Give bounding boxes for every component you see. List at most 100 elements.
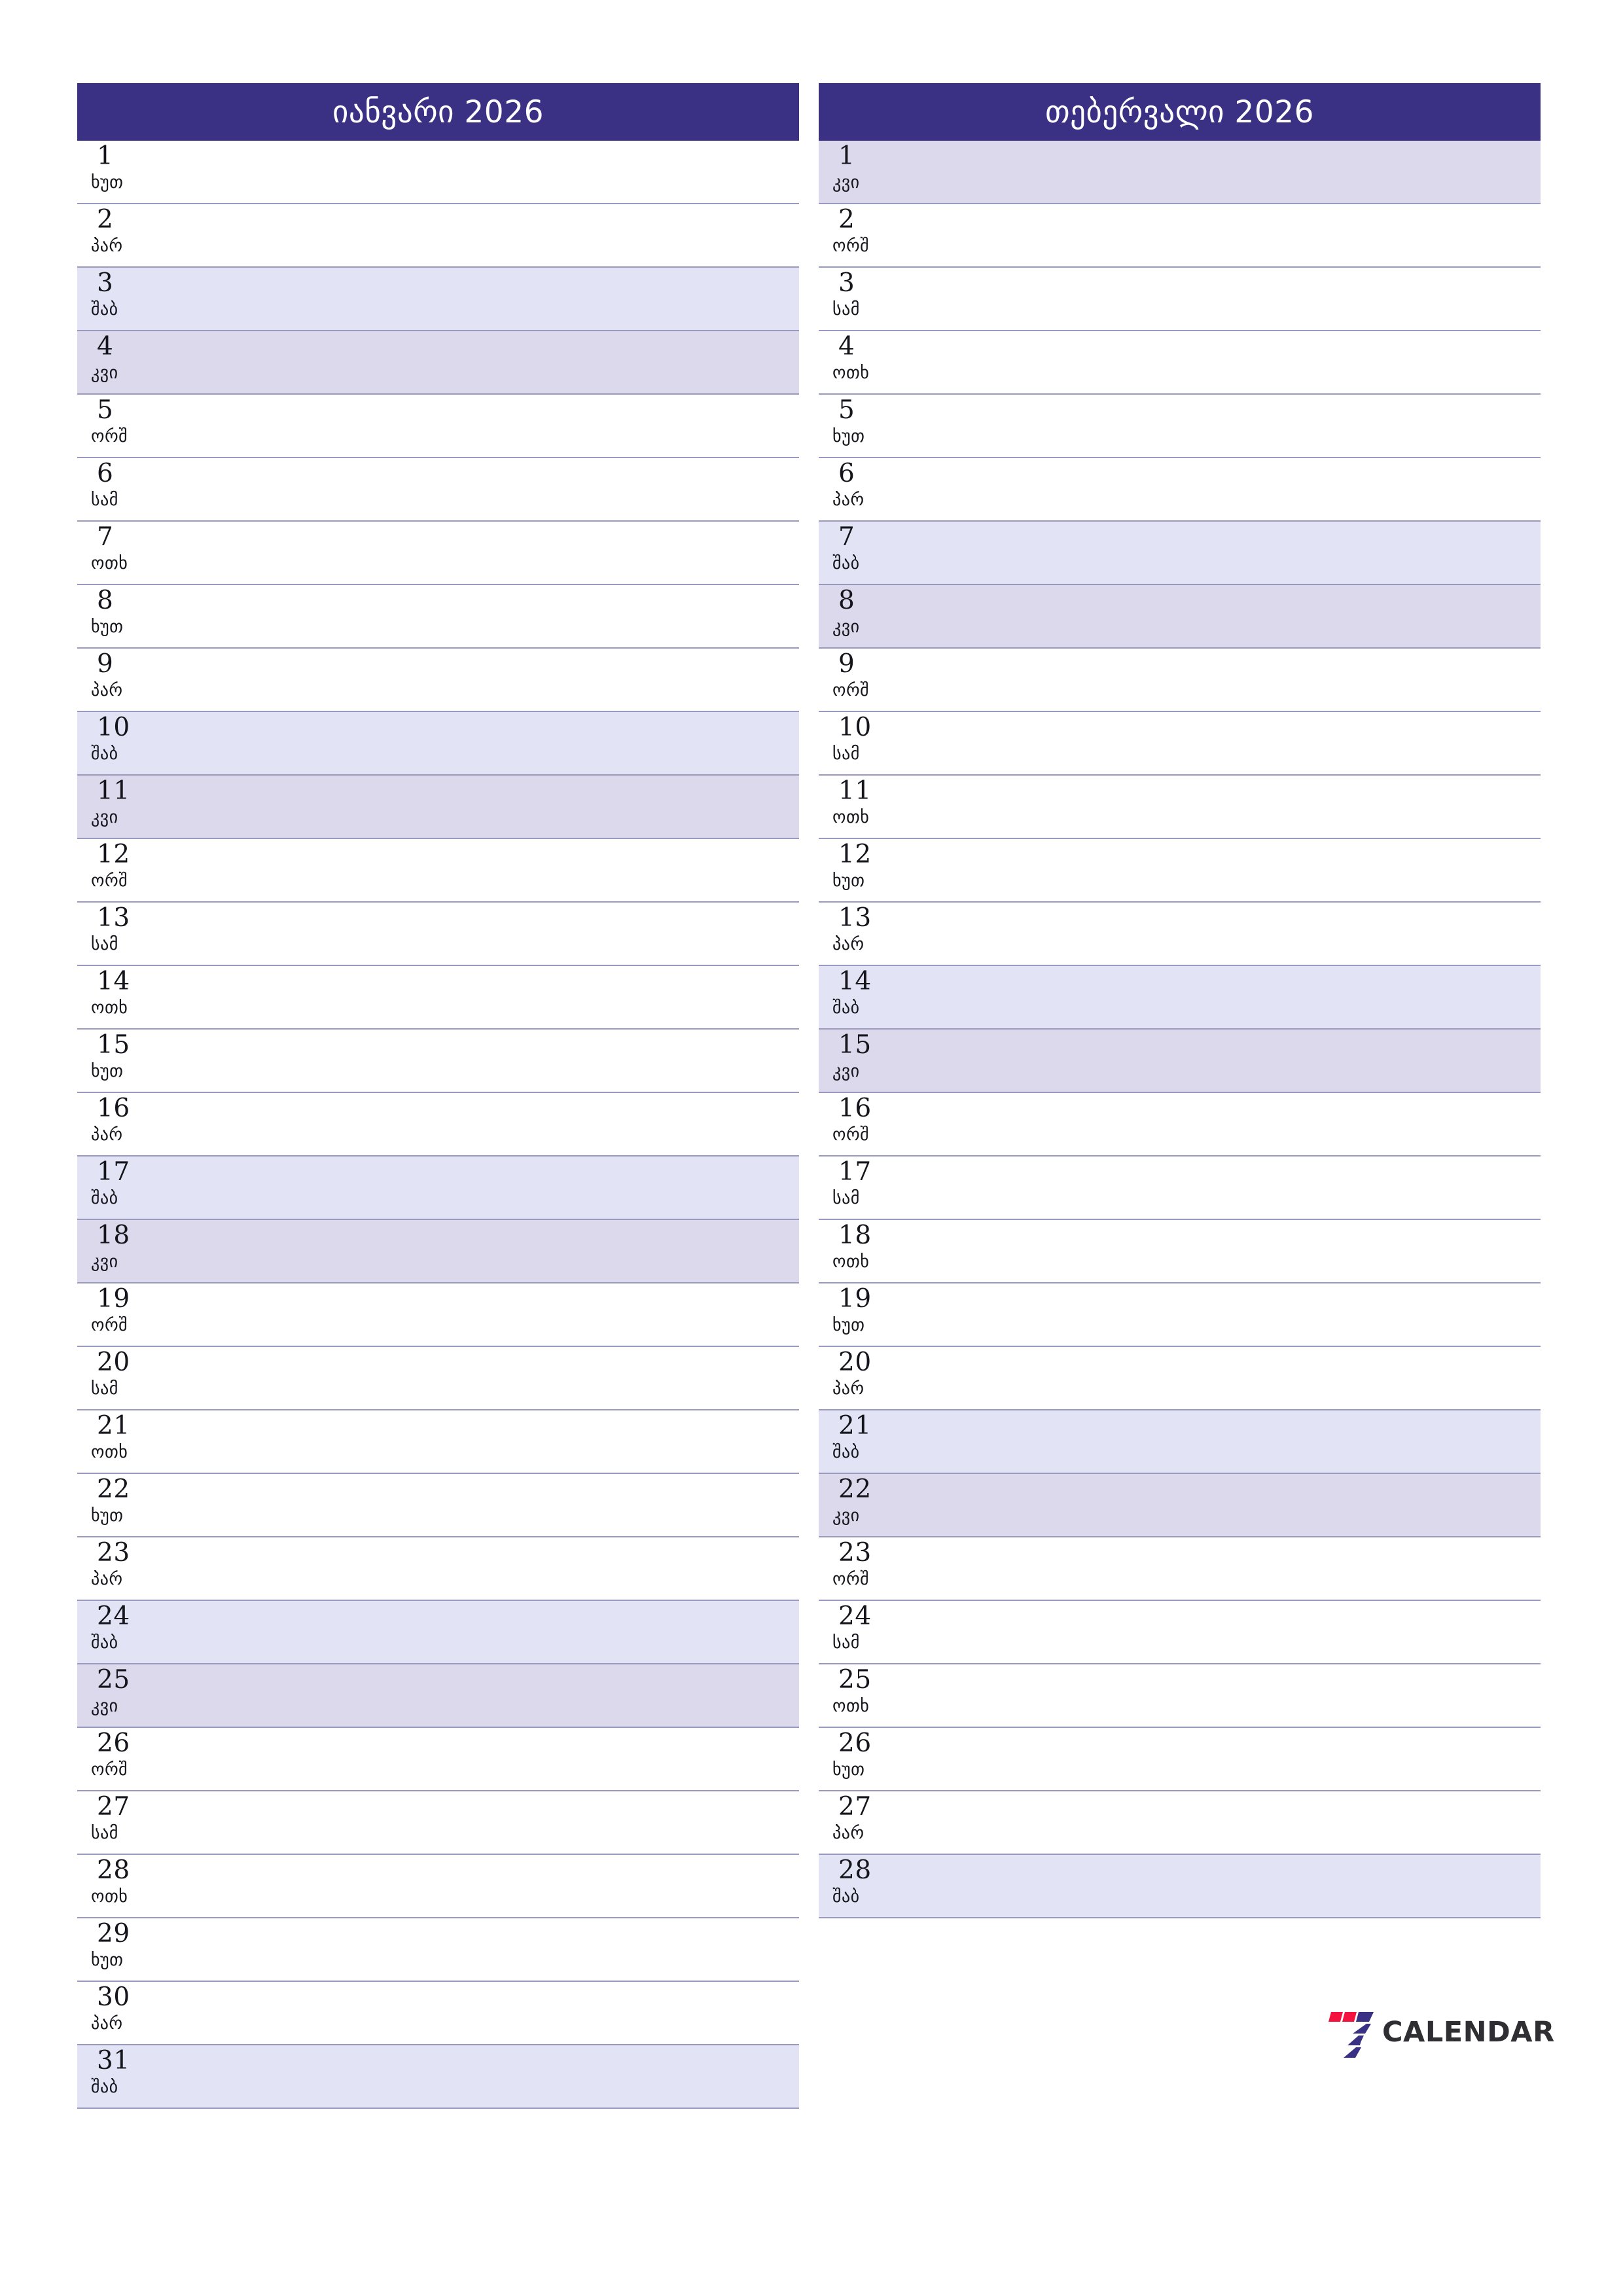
day-row[interactable]: 2 პარ <box>77 204 799 268</box>
day-row[interactable]: 12 ხუთ <box>819 839 1541 903</box>
day-row[interactable]: 15 კვი <box>819 1030 1541 1093</box>
day-row[interactable]: 1 ხუთ <box>77 141 799 204</box>
day-row[interactable]: 19 ორშ <box>77 1283 799 1347</box>
day-row[interactable]: 7 შაბ <box>819 522 1541 585</box>
day-row[interactable]: 10 შაბ <box>77 712 799 776</box>
day-row[interactable]: 9 პარ <box>77 649 799 712</box>
day-row[interactable]: 18 კვი <box>77 1220 799 1283</box>
day-row[interactable]: 28 შაბ <box>819 1855 1541 1918</box>
day-row[interactable]: 26 ორშ <box>77 1728 799 1791</box>
day-row[interactable]: 4 კვი <box>77 331 799 395</box>
day-row[interactable]: 5 ხუთ <box>819 395 1541 458</box>
day-row[interactable]: 18 ოთხ <box>819 1220 1541 1283</box>
day-number: 13 <box>97 903 130 933</box>
day-row[interactable]: 25 ოთხ <box>819 1664 1541 1728</box>
day-number: 7 <box>838 522 855 552</box>
day-row[interactable]: 20 პარ <box>819 1347 1541 1410</box>
day-number: 8 <box>97 586 114 615</box>
brand-logo[interactable]: CALENDAR <box>1323 2004 1554 2060</box>
day-weekday-label: კვი <box>832 1062 860 1081</box>
day-weekday-label: ხუთ <box>832 1760 865 1780</box>
day-row[interactable]: 19 ხუთ <box>819 1283 1541 1347</box>
day-number: 16 <box>838 1094 872 1123</box>
day-weekday-label: ხუთ <box>91 173 124 192</box>
day-number: 28 <box>838 1856 872 1885</box>
day-row[interactable]: 28 ოთხ <box>77 1855 799 1918</box>
day-weekday-label: ოთხ <box>832 363 870 383</box>
day-row[interactable]: 4 ოთხ <box>819 331 1541 395</box>
day-number: 24 <box>838 1602 872 1631</box>
day-row[interactable]: 30 პარ <box>77 1982 799 2045</box>
day-weekday-label: ორშ <box>832 236 870 256</box>
day-weekday-label: შაბ <box>91 744 118 764</box>
day-number: 28 <box>97 1856 130 1885</box>
day-number: 7 <box>97 522 114 552</box>
day-row[interactable]: 24 სამ <box>819 1601 1541 1664</box>
day-number: 9 <box>97 649 114 679</box>
day-row[interactable]: 25 კვი <box>77 1664 799 1728</box>
day-weekday-label: პარ <box>832 1379 865 1399</box>
day-weekday-label: ორშ <box>91 1316 128 1335</box>
day-row[interactable]: 13 პარ <box>819 903 1541 966</box>
day-weekday-label: ხუთ <box>91 1062 124 1081</box>
day-weekday-label: ორშ <box>91 871 128 891</box>
day-weekday-label: პარ <box>91 1570 123 1589</box>
day-number: 21 <box>838 1411 872 1441</box>
day-number: 18 <box>97 1221 130 1250</box>
day-row[interactable]: 13 სამ <box>77 903 799 966</box>
day-row[interactable]: 23 პარ <box>77 1537 799 1601</box>
day-row[interactable]: 10 სამ <box>819 712 1541 776</box>
day-number: 13 <box>838 903 872 933</box>
day-row[interactable]: 17 შაბ <box>77 1157 799 1220</box>
day-row[interactable]: 24 შაბ <box>77 1601 799 1664</box>
day-row[interactable]: 15 ხუთ <box>77 1030 799 1093</box>
day-row[interactable]: 22 კვი <box>819 1474 1541 1537</box>
day-row[interactable]: 9 ორშ <box>819 649 1541 712</box>
day-weekday-label: პარ <box>91 1125 123 1145</box>
day-row[interactable]: 11 კვი <box>77 776 799 839</box>
day-weekday-label: შაბ <box>832 1443 860 1462</box>
day-row[interactable]: 8 ხუთ <box>77 585 799 649</box>
day-row[interactable]: 14 ოთხ <box>77 966 799 1030</box>
day-row[interactable]: 23 ორშ <box>819 1537 1541 1601</box>
day-row[interactable]: 11 ოთხ <box>819 776 1541 839</box>
day-row[interactable]: 16 პარ <box>77 1093 799 1157</box>
day-row[interactable]: 22 ხუთ <box>77 1474 799 1537</box>
day-row[interactable]: 17 სამ <box>819 1157 1541 1220</box>
day-weekday-label: ოთხ <box>91 1887 128 1907</box>
day-row[interactable]: 2 ორშ <box>819 204 1541 268</box>
day-weekday-label: სამ <box>91 1823 118 1843</box>
day-row[interactable]: 1 კვი <box>819 141 1541 204</box>
day-row[interactable]: 6 სამ <box>77 458 799 522</box>
day-row[interactable]: 12 ორშ <box>77 839 799 903</box>
day-row[interactable]: 5 ორშ <box>77 395 799 458</box>
day-list-january: 1 ხუთ 2 პარ 3 შაბ 4 კვი 5 ორშ 6 სამ 7 ოთხ 8 ხუთ 9 პარ 10 შა… <box>77 141 799 2109</box>
day-row[interactable]: 8 კვი <box>819 585 1541 649</box>
day-weekday-label: ხუთ <box>832 1316 865 1335</box>
day-number: 27 <box>838 1792 872 1821</box>
day-weekday-label: სამ <box>91 490 118 510</box>
day-number: 8 <box>838 586 855 615</box>
day-row[interactable]: 29 ხუთ <box>77 1918 799 1982</box>
day-row[interactable]: 26 ხუთ <box>819 1728 1541 1791</box>
day-row[interactable]: 6 პარ <box>819 458 1541 522</box>
day-weekday-label: ორშ <box>832 1570 870 1589</box>
day-row[interactable]: 3 შაბ <box>77 268 799 331</box>
day-weekday-label: პარ <box>832 1823 865 1843</box>
day-number: 2 <box>838 205 855 234</box>
day-row[interactable]: 27 პარ <box>819 1791 1541 1855</box>
day-number: 1 <box>838 141 855 171</box>
day-row[interactable]: 27 სამ <box>77 1791 799 1855</box>
day-row[interactable]: 14 შაბ <box>819 966 1541 1030</box>
day-weekday-label: ოთხ <box>91 998 128 1018</box>
day-number: 21 <box>97 1411 130 1441</box>
day-number: 16 <box>97 1094 130 1123</box>
day-row[interactable]: 21 ოთხ <box>77 1410 799 1474</box>
day-row[interactable]: 7 ოთხ <box>77 522 799 585</box>
day-row[interactable]: 21 შაბ <box>819 1410 1541 1474</box>
day-weekday-label: კვი <box>832 173 860 192</box>
day-row[interactable]: 31 შაბ <box>77 2045 799 2109</box>
day-row[interactable]: 20 სამ <box>77 1347 799 1410</box>
day-row[interactable]: 16 ორშ <box>819 1093 1541 1157</box>
day-row[interactable]: 3 სამ <box>819 268 1541 331</box>
